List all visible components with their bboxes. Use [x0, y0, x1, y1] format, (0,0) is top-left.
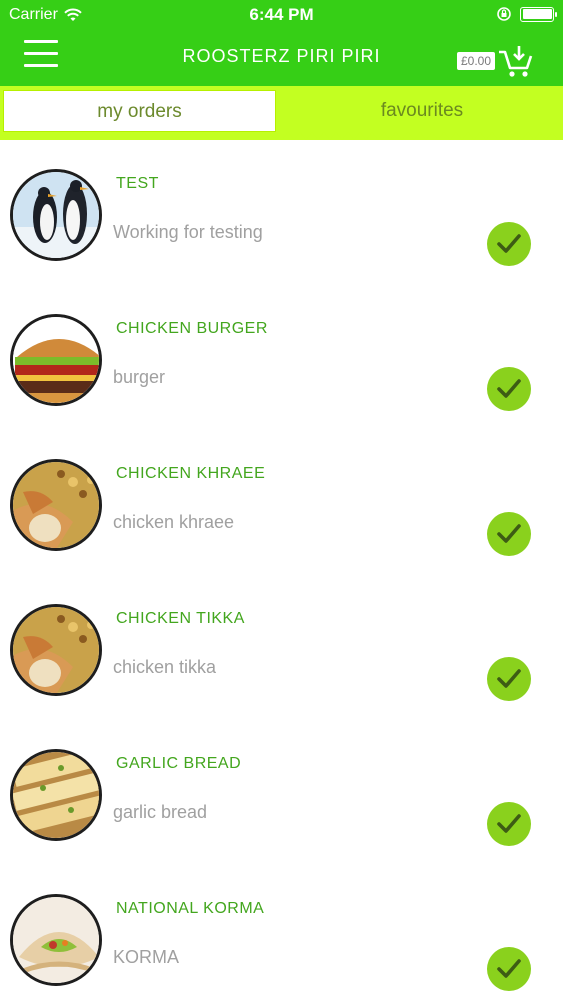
tab-zigzag-edge: [0, 132, 563, 140]
item-name: TEST: [116, 175, 159, 192]
food-thumbnail: [10, 314, 102, 406]
item-name: CHICKEN BURGER: [116, 320, 268, 337]
list-item[interactable]: GARLIC BREAD garlic bread: [0, 725, 563, 870]
checkmark-icon: [497, 669, 521, 688]
list-item[interactable]: CHICKEN BURGER burger: [0, 290, 563, 435]
food-thumbnail: [10, 604, 102, 696]
top-bar: Carrier 6:44 PM ROOSTERZ PIRI PIRI £0.00: [0, 0, 563, 86]
item-description: chicken tikka: [113, 657, 217, 677]
checkmark-icon: [497, 524, 521, 543]
food-thumbnail: [10, 894, 102, 986]
list-item[interactable]: CHICKEN TIKKA chicken tikka: [0, 580, 563, 725]
cart-price: £0.00: [456, 52, 495, 70]
check-button[interactable]: [487, 947, 531, 991]
item-description: burger: [113, 367, 166, 387]
item-name: GARLIC BREAD: [116, 755, 242, 772]
list-item[interactable]: TEST Working for testing: [0, 145, 563, 290]
checkmark-icon: [497, 379, 521, 398]
food-thumbnail: [10, 459, 102, 551]
clock: 6:44 PM: [249, 5, 314, 24]
tab-favourites[interactable]: favourites: [281, 86, 563, 132]
item-description: Working for testing: [113, 222, 263, 242]
item-description: KORMA: [113, 947, 180, 967]
cart-button[interactable]: £0.00: [456, 44, 533, 78]
check-button[interactable]: [487, 657, 531, 701]
check-button[interactable]: [487, 367, 531, 411]
item-description: garlic bread: [113, 802, 208, 822]
order-list: TEST Working for testing CHICKEN BURGER …: [0, 145, 563, 1000]
check-button[interactable]: [487, 802, 531, 846]
item-name: CHICKEN KHRAEE: [116, 465, 266, 482]
checkmark-icon: [497, 234, 521, 253]
orientation-lock-icon: [497, 7, 511, 21]
status-right: [496, 6, 557, 22]
item-description: chicken khraee: [113, 512, 235, 532]
tab-my-orders[interactable]: my orders: [3, 90, 276, 132]
checkmark-icon: [497, 959, 521, 978]
food-thumbnail: [10, 169, 102, 261]
check-button[interactable]: [487, 222, 531, 266]
status-bar: Carrier 6:44 PM: [0, 0, 563, 30]
item-name: NATIONAL KORMA: [116, 900, 265, 917]
food-thumbnail: [10, 749, 102, 841]
cart-download-icon: [499, 46, 533, 77]
list-item[interactable]: CHICKEN KHRAEE chicken khraee: [0, 435, 563, 580]
list-item[interactable]: NATIONAL KORMA KORMA: [0, 870, 563, 1000]
checkmark-icon: [497, 814, 521, 833]
check-button[interactable]: [487, 512, 531, 556]
battery-icon: [520, 6, 557, 22]
item-name: CHICKEN TIKKA: [116, 610, 245, 627]
